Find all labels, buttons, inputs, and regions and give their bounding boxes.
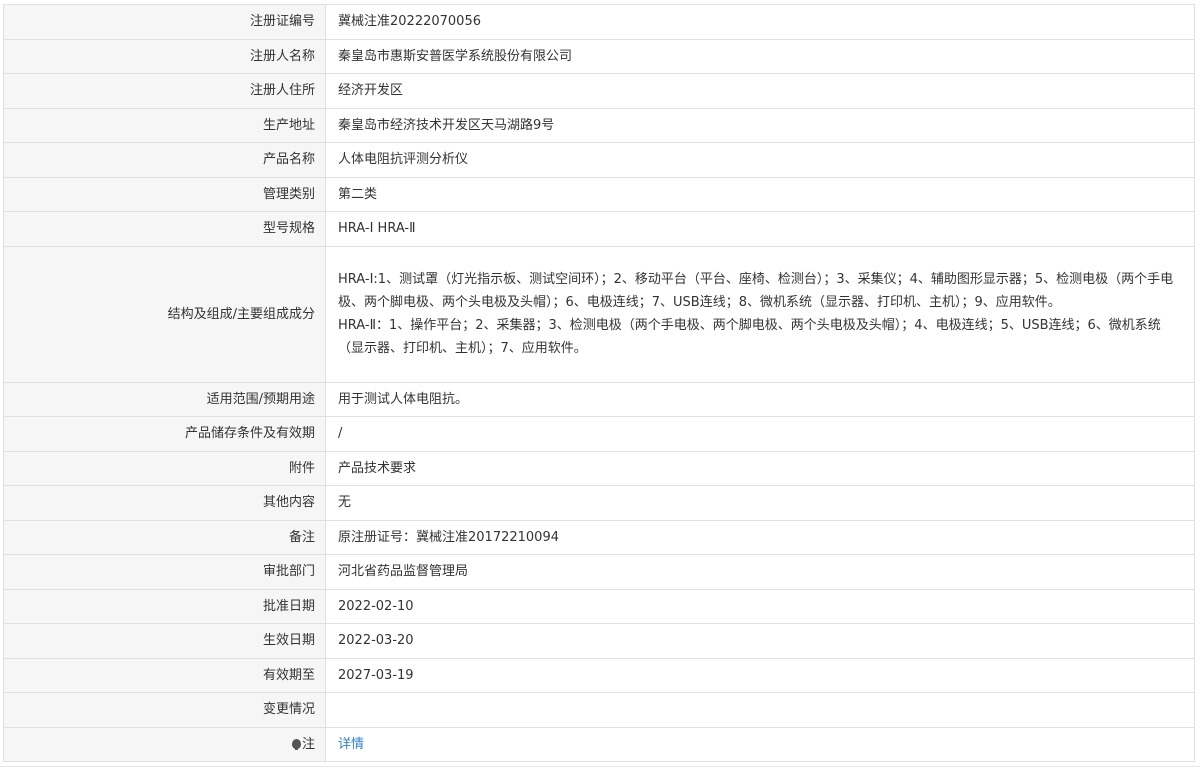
row-label: 备注: [3, 519, 326, 555]
table-row: 注册证编号 冀械注准20222070056: [3, 4, 1195, 40]
row-value: 2022-02-10: [325, 588, 1195, 624]
row-label: 变更情况: [3, 692, 326, 728]
bulb-icon: [291, 738, 301, 750]
table-row: 产品名称 人体电阻抗评测分析仪: [3, 142, 1195, 178]
row-label: 型号规格: [3, 211, 326, 247]
table-row: 审批部门 河北省药品监督管理局: [3, 554, 1195, 590]
row-value: 无: [325, 485, 1195, 521]
row-value-structure: HRA-I:1、测试罩（灯光指示板、测试空间环）；2、移动平台（平台、座椅、检测…: [325, 245, 1195, 383]
row-value: [325, 692, 1195, 728]
row-label: 管理类别: [3, 176, 326, 212]
table-row: 变更情况: [3, 692, 1195, 728]
row-value: 人体电阻抗评测分析仪: [325, 142, 1195, 178]
table-row: 生效日期 2022-03-20: [3, 623, 1195, 659]
row-label: 产品名称: [3, 142, 326, 178]
row-value: 河北省药品监督管理局: [325, 554, 1195, 590]
note-value-cell: 详情: [325, 726, 1195, 762]
table-row: 注册人住所 经济开发区: [3, 73, 1195, 109]
note-label-cell: 注: [3, 726, 326, 762]
row-label: 生效日期: [3, 623, 326, 659]
table-row: 管理类别 第二类: [3, 176, 1195, 212]
row-value: 秦皇岛市惠斯安普医学系统股份有限公司: [325, 38, 1195, 74]
structure-line-hra1: HRA-I:1、测试罩（灯光指示板、测试空间环）；2、移动平台（平台、座椅、检测…: [338, 272, 1174, 310]
row-value: /: [325, 416, 1195, 452]
row-label: 注册人名称: [3, 38, 326, 74]
table-row: 附件 产品技术要求: [3, 450, 1195, 486]
row-label: 审批部门: [3, 554, 326, 590]
row-label: 注册人住所: [3, 73, 326, 109]
table-row: 其他内容 无: [3, 485, 1195, 521]
row-label: 注册证编号: [3, 4, 326, 40]
structure-line-hra2: HRA-Ⅱ：1、操作平台；2、采集器；3、检测电极（两个手电极、两个脚电极、两个…: [338, 318, 1161, 356]
row-value: 2022-03-20: [325, 623, 1195, 659]
table-row: 适用范围/预期用途 用于测试人体电阻抗。: [3, 381, 1195, 417]
table-row: 有效期至 2027-03-19: [3, 657, 1195, 693]
row-value: HRA-I HRA-Ⅱ: [325, 211, 1195, 247]
table-row: 批准日期 2022-02-10: [3, 588, 1195, 624]
row-value: 经济开发区: [325, 73, 1195, 109]
row-label: 附件: [3, 450, 326, 486]
row-label: 有效期至: [3, 657, 326, 693]
row-value: 第二类: [325, 176, 1195, 212]
table-row: 型号规格 HRA-I HRA-Ⅱ: [3, 211, 1195, 247]
row-value: 原注册证号：冀械注准20172210094: [325, 519, 1195, 555]
row-value: 冀械注准20222070056: [325, 4, 1195, 40]
table-row: 产品储存条件及有效期 /: [3, 416, 1195, 452]
row-label: 其他内容: [3, 485, 326, 521]
table-row: 生产地址 秦皇岛市经济技术开发区天马湖路9号: [3, 107, 1195, 143]
row-value: 用于测试人体电阻抗。: [325, 381, 1195, 417]
row-label: 产品储存条件及有效期: [3, 416, 326, 452]
row-value: 产品技术要求: [325, 450, 1195, 486]
note-label: 注: [301, 736, 315, 752]
table-row: 结构及组成/主要组成成分 HRA-I:1、测试罩（灯光指示板、测试空间环）；2、…: [3, 245, 1195, 383]
details-link[interactable]: 详情: [338, 737, 364, 752]
page-divider: [0, 766, 1200, 767]
table-row: 备注 原注册证号：冀械注准20172210094: [3, 519, 1195, 555]
row-label: 生产地址: [3, 107, 326, 143]
row-value: 秦皇岛市经济技术开发区天马湖路9号: [325, 107, 1195, 143]
registration-detail-panel: 注册证编号 冀械注准20222070056 注册人名称 秦皇岛市惠斯安普医学系统…: [3, 4, 1195, 762]
row-label: 结构及组成/主要组成成分: [3, 245, 326, 383]
row-label: 批准日期: [3, 588, 326, 624]
row-value: 2027-03-19: [325, 657, 1195, 693]
table-row: 注册人名称 秦皇岛市惠斯安普医学系统股份有限公司: [3, 38, 1195, 74]
registration-detail-table: 注册证编号 冀械注准20222070056 注册人名称 秦皇岛市惠斯安普医学系统…: [3, 4, 1195, 762]
row-label: 适用范围/预期用途: [3, 381, 326, 417]
table-row: 注 详情: [3, 726, 1195, 762]
